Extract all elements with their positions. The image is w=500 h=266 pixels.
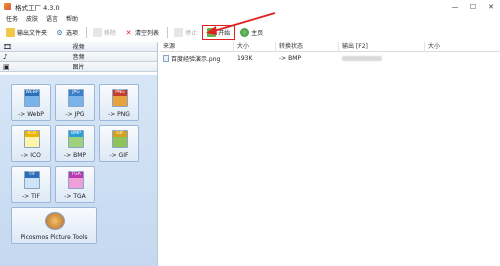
tile-webp[interactable]: WEBP -> WebP <box>11 84 51 121</box>
toolbar-divider <box>86 27 88 38</box>
tile-png[interactable]: PNG -> PNG <box>99 84 139 121</box>
menu-bar: 任务 皮肤 语言 帮助 <box>0 13 500 24</box>
column-output-size[interactable]: 大小 <box>425 42 500 52</box>
options-label: 选项 <box>66 30 79 37</box>
tile-tif[interactable]: TIF -> TIF <box>11 166 51 203</box>
start-label: 开始 <box>218 30 231 37</box>
remove-label: 移除 <box>104 30 117 37</box>
menu-language[interactable]: 语言 <box>46 14 58 23</box>
remove-icon <box>93 28 103 37</box>
column-source[interactable]: 来源 <box>160 42 234 52</box>
tile-picosmos-label: Picosmos Picture Tools <box>20 234 88 241</box>
category-picture[interactable]: ▣ 图片 <box>0 62 157 72</box>
tif-format-icon: TIF <box>24 171 40 189</box>
stop-button[interactable]: 停止 <box>171 26 200 39</box>
menu-help[interactable]: 帮助 <box>66 14 78 23</box>
blurred-output-path <box>342 55 382 61</box>
gear-icon: ⚙ <box>56 28 63 37</box>
window-title: 格式工厂 4.3.0 <box>15 3 60 12</box>
start-button[interactable]: 开始 <box>202 25 236 40</box>
category-video-label: 视频 <box>72 44 85 51</box>
column-status[interactable]: 转换状态 <box>276 42 339 52</box>
tile-jpg[interactable]: JPG -> JPG <box>55 84 95 121</box>
picosmos-icon <box>45 212 65 230</box>
png-format-icon: PNG <box>112 89 128 107</box>
clear-list-label: 清空列表 <box>135 30 160 37</box>
cell-source: 百度经验演示.png <box>160 54 234 63</box>
folder-icon <box>6 28 15 37</box>
file-name: 百度经验演示.png <box>171 55 221 63</box>
category-sidebar: 🎞 视频 ♪ 音频 ▣ 图片 WEBP -> WebP JPG -> JPG P… <box>0 42 158 266</box>
cell-output <box>339 55 425 61</box>
category-audio-label: 音频 <box>72 54 85 61</box>
window-controls: — ☐ ✕ <box>446 0 500 13</box>
tile-tga-label: -> TGA <box>64 193 86 200</box>
home-label: 主页 <box>251 30 264 37</box>
toolbar-divider <box>167 27 169 38</box>
task-list: 来源 大小 转换状态 输出 [F2] 大小 百度经验演示.png 193K ->… <box>160 42 500 266</box>
app-logo-icon <box>4 3 11 10</box>
options-button[interactable]: ⚙ 选项 <box>52 26 81 39</box>
jpg-format-icon: JPG <box>68 89 84 107</box>
category-picture-label: 图片 <box>72 64 85 71</box>
remove-button[interactable]: 移除 <box>90 26 119 39</box>
start-icon <box>207 28 217 37</box>
red-x-icon: ✕ <box>125 28 132 37</box>
cell-size: 193K <box>237 54 253 62</box>
home-button[interactable]: 主页 <box>237 26 266 39</box>
stop-icon <box>174 28 184 37</box>
menu-skin[interactable]: 皮肤 <box>26 14 38 23</box>
format-tag: WEBP <box>25 90 39 96</box>
tile-ico[interactable]: ICO -> ICO <box>11 125 51 162</box>
title-bar: 格式工厂 4.3.0 — ☐ ✕ <box>0 0 500 13</box>
clear-list-button[interactable]: ✕ 清空列表 <box>121 26 162 39</box>
tile-tif-label: -> TIF <box>22 193 40 200</box>
tile-gif-label: -> GIF <box>109 152 129 159</box>
bmp-format-icon: BMP <box>68 130 84 148</box>
video-icon: 🎞 <box>3 43 12 51</box>
tile-bmp-label: -> BMP <box>63 152 86 159</box>
tile-png-label: -> PNG <box>108 111 130 118</box>
tile-gif[interactable]: GIF -> GIF <box>99 125 139 162</box>
task-list-header: 来源 大小 转换状态 输出 [F2] 大小 <box>160 42 500 52</box>
column-output[interactable]: 输出 [F2] <box>339 42 425 52</box>
tile-picosmos[interactable]: Picosmos Picture Tools <box>11 207 97 244</box>
tga-format-icon: TGA <box>68 171 84 189</box>
webp-format-icon: WEBP <box>24 89 40 107</box>
picture-format-tiles: WEBP -> WebP JPG -> JPG PNG -> PNG ICO -… <box>0 75 157 266</box>
menu-task[interactable]: 任务 <box>6 14 18 23</box>
output-folder-button[interactable]: 输出文件夹 <box>3 26 50 39</box>
output-folder-label: 输出文件夹 <box>17 30 48 37</box>
minimize-button[interactable]: — <box>446 0 464 13</box>
ico-format-icon: ICO <box>24 130 40 148</box>
stop-label: 停止 <box>185 30 198 37</box>
tile-jpg-label: -> JPG <box>65 111 85 118</box>
category-video[interactable]: 🎞 视频 <box>0 42 157 52</box>
tile-bmp[interactable]: BMP -> BMP <box>55 125 95 162</box>
gif-format-icon: GIF <box>112 130 128 148</box>
category-audio[interactable]: ♪ 音频 <box>0 52 157 62</box>
cell-status: -> BMP <box>279 54 302 62</box>
close-button[interactable]: ✕ <box>482 0 500 13</box>
tile-webp-label: -> WebP <box>18 111 44 118</box>
column-size[interactable]: 大小 <box>234 42 276 52</box>
maximize-button[interactable]: ☐ <box>464 0 482 13</box>
file-icon <box>163 54 169 62</box>
toolbar: 输出文件夹 ⚙ 选项 移除 ✕ 清空列表 停止 开始 主页 <box>0 24 500 41</box>
table-row[interactable]: 百度经验演示.png 193K -> BMP <box>160 53 500 63</box>
tile-tga[interactable]: TGA -> TGA <box>55 166 95 203</box>
picture-icon: ▣ <box>3 63 10 71</box>
tile-ico-label: -> ICO <box>21 152 41 159</box>
globe-icon <box>240 28 250 37</box>
audio-icon: ♪ <box>3 53 8 61</box>
